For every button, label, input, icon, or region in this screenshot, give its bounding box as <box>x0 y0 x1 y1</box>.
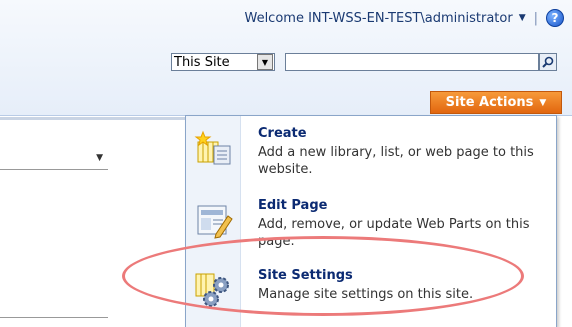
welcome-menu[interactable]: Welcome INT-WSS-EN-TEST\administrator ▼ <box>244 11 525 26</box>
menu-item-edit-page[interactable]: Edit Page Add, remove, or update Web Par… <box>186 188 556 254</box>
edit-page-icon <box>197 205 233 239</box>
menu-item-title: Create <box>258 126 307 141</box>
menu-item-description: Add a new library, list, or web page to … <box>258 145 534 177</box>
content-dropdown[interactable]: ▼ <box>0 147 108 170</box>
search-scope-value: This Site <box>174 54 230 70</box>
welcome-text: Welcome INT-WSS-EN-TEST\administrator <box>244 10 513 26</box>
chevron-down-icon[interactable]: ▼ <box>257 54 273 70</box>
site-actions-menu: Create Add a new library, list, or web p… <box>185 115 557 327</box>
site-settings-icon <box>195 273 229 307</box>
menu-item-title: Site Settings <box>258 268 353 283</box>
top-header: Welcome INT-WSS-EN-TEST\administrator ▼ … <box>0 0 572 116</box>
help-icon[interactable]: ? <box>546 9 564 27</box>
search-scope-select[interactable]: This Site ▼ <box>171 53 275 71</box>
divider <box>0 317 108 318</box>
menu-item-create[interactable]: Create Add a new library, list, or web p… <box>186 116 556 182</box>
search-icon <box>542 56 554 68</box>
divider <box>0 117 185 120</box>
divider: | <box>533 10 538 26</box>
search-input[interactable] <box>285 53 539 71</box>
create-icon <box>194 130 231 165</box>
welcome-bar: Welcome INT-WSS-EN-TEST\administrator ▼ … <box>244 8 564 28</box>
site-actions-label: Site Actions <box>445 95 534 110</box>
menu-item-description: Add, remove, or update Web Parts on this… <box>258 217 530 249</box>
search-button[interactable] <box>539 53 557 71</box>
menu-item-title: Edit Page <box>258 198 328 213</box>
chevron-down-icon: ▼ <box>96 153 103 163</box>
menu-item-site-settings[interactable]: Site Settings Manage site settings on th… <box>186 258 556 324</box>
chevron-down-icon: ▼ <box>539 97 547 108</box>
site-actions-button[interactable]: Site Actions ▼ <box>430 91 562 114</box>
chevron-down-icon: ▼ <box>518 13 526 23</box>
search-bar: This Site ▼ <box>171 52 557 72</box>
menu-item-description: Manage site settings on this site. <box>258 287 474 302</box>
